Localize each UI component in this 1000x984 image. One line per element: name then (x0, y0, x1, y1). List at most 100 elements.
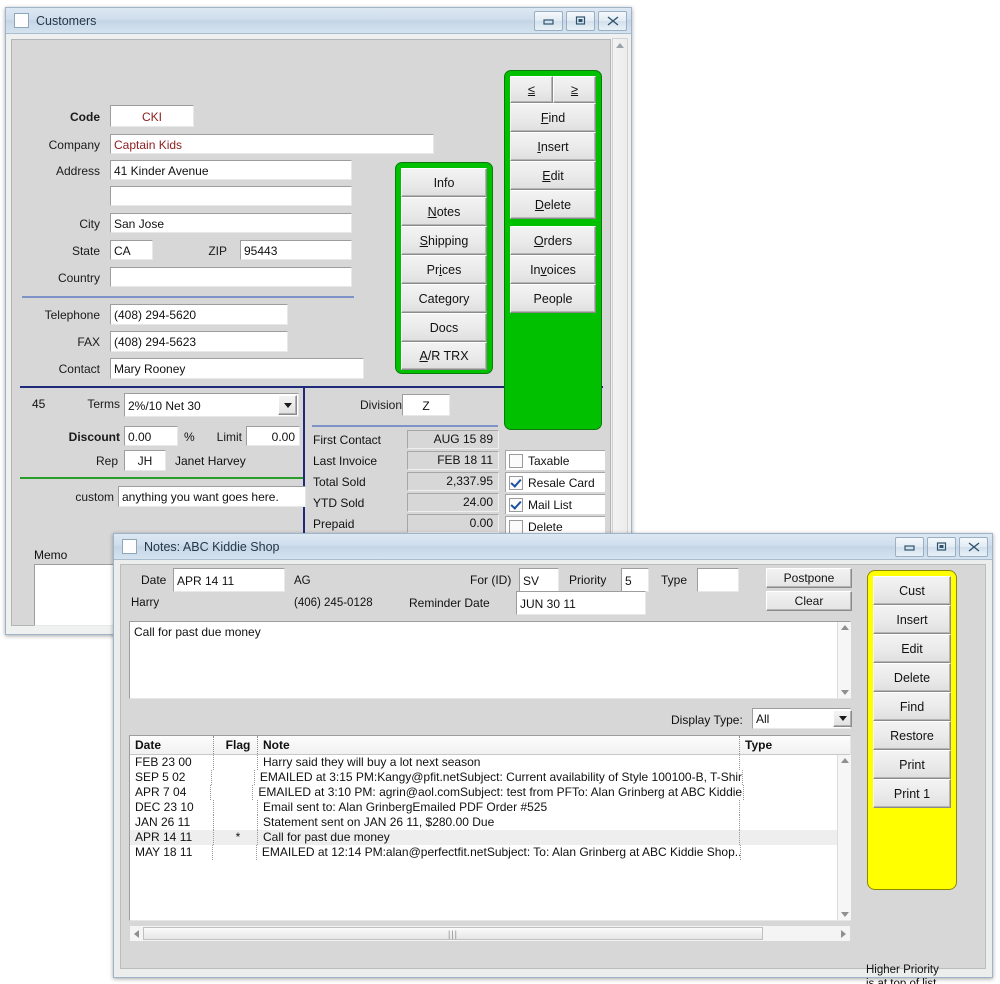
clear-button[interactable]: Clear (766, 591, 852, 611)
orders-button[interactable]: Orders (510, 226, 596, 255)
stat-value-4: 0.00 (407, 514, 499, 533)
scroll-left-icon[interactable] (134, 930, 139, 938)
table-row[interactable]: MAY 18 11 EMAILED at 12:14 PM:alan@perfe… (130, 845, 850, 860)
code-label: Code (20, 110, 100, 124)
notes-print-button[interactable]: Print (873, 750, 951, 779)
notes-find-button[interactable]: Find (873, 692, 951, 721)
notes-delete-button[interactable]: Delete (873, 663, 951, 692)
discount-label: Discount (22, 430, 120, 444)
minimize-icon[interactable] (534, 11, 563, 31)
company-field[interactable]: Captain Kids (110, 134, 434, 154)
postpone-button[interactable]: Postpone (766, 568, 852, 588)
table-row[interactable]: APR 7 04 EMAILED at 3:10 PM: agrin@aol.c… (130, 785, 850, 800)
note-type-field[interactable] (697, 568, 739, 592)
insert-button[interactable]: Insert (510, 132, 596, 161)
for-id-field[interactable]: SV (519, 568, 559, 592)
notes-edit-button[interactable]: Edit (873, 634, 951, 663)
contact-field[interactable]: Mary Rooney (110, 358, 364, 379)
rep-code-field[interactable]: JH (124, 450, 166, 471)
checkbox-resale-card[interactable] (509, 476, 523, 490)
note-text-editor[interactable]: Call for past due money (129, 621, 851, 699)
close-icon[interactable] (598, 11, 627, 31)
telephone-field[interactable]: (408) 294-5620 (110, 304, 288, 325)
edit-button[interactable]: Edit (510, 161, 596, 190)
checkbox-taxable[interactable] (509, 454, 523, 468)
tab-notes[interactable]: Notes (401, 197, 487, 226)
notes-list[interactable]: Date Flag Note Type FEB 23 00 Harry said… (129, 735, 851, 921)
reminder-date-field[interactable]: JUN 30 11 (516, 591, 646, 615)
table-row[interactable]: APR 14 11 * Call for past due money (130, 830, 850, 845)
discount-field[interactable]: 0.00 (124, 426, 178, 446)
state-field[interactable]: CA (110, 240, 153, 260)
chevron-down-icon[interactable] (278, 395, 297, 415)
tab-shipping[interactable]: Shipping (401, 226, 487, 255)
cell-flag (214, 800, 258, 815)
address-label: Address (20, 164, 100, 178)
notes-restore-button[interactable]: Restore (873, 721, 951, 750)
customers-titlebar[interactable]: Customers (6, 8, 631, 34)
note-date-field[interactable]: APR 14 11 (173, 568, 285, 592)
delete-button[interactable]: Delete (510, 190, 596, 219)
checkbox-mail-list[interactable] (509, 498, 523, 512)
limit-field[interactable]: 0.00 (246, 426, 300, 446)
tab-category[interactable]: Category (401, 284, 487, 313)
priority-field[interactable]: 5 (621, 568, 649, 592)
checkbox-row-taxable[interactable]: Taxable (505, 450, 605, 470)
prev-record-button[interactable]: ≤ (510, 76, 553, 103)
maximize-icon[interactable] (927, 537, 956, 557)
note-editor-scrollbar[interactable] (837, 622, 851, 698)
country-field[interactable] (110, 267, 352, 287)
scroll-up-icon[interactable] (616, 43, 624, 48)
customers-title: Customers (36, 14, 534, 28)
division-field[interactable]: Z (402, 394, 450, 416)
hscroll-thumb[interactable]: ||| (143, 927, 763, 940)
code-field[interactable]: CKI (110, 105, 194, 127)
address-field[interactable]: 41 Kinder Avenue (110, 160, 352, 180)
cell-flag (211, 785, 253, 800)
table-row[interactable]: DEC 23 10 Email sent to: Alan GrinbergEm… (130, 800, 850, 815)
minimize-icon[interactable] (895, 537, 924, 557)
checkbox-row-mail-list[interactable]: Mail List (505, 494, 605, 514)
table-row[interactable]: SEP 5 02 EMAILED at 3:15 PM:Kangy@pfit.n… (130, 770, 850, 785)
cell-note: Harry said they will buy a lot next seas… (258, 755, 740, 770)
column-header-type: Type (740, 736, 850, 754)
tab-ar-trx[interactable]: A/R TRX (401, 342, 487, 370)
maximize-icon[interactable] (566, 11, 595, 31)
checkbox-row-resale-card[interactable]: Resale Card (505, 472, 605, 492)
chevron-down-icon[interactable] (833, 710, 852, 727)
custom-field[interactable]: anything you want goes here. (118, 486, 306, 507)
notes-titlebar[interactable]: Notes: ABC Kiddie Shop (114, 534, 992, 560)
tab-docs[interactable]: Docs (401, 313, 487, 342)
tab-info[interactable]: Info (401, 168, 487, 197)
table-row[interactable]: JAN 26 11 Statement sent on JAN 26 11, $… (130, 815, 850, 830)
zip-field[interactable]: 95443 (240, 240, 352, 260)
scroll-right-icon[interactable] (841, 930, 846, 938)
fax-field[interactable]: (408) 294-5623 (110, 331, 288, 352)
notes-body: Date APR 14 11 AG For (ID) SV Priority 5… (114, 560, 992, 977)
notes-insert-button[interactable]: Insert (873, 605, 951, 634)
checkbox-delete[interactable] (509, 520, 523, 534)
invoices-button[interactable]: Invoices (510, 255, 596, 284)
city-field[interactable]: San Jose (110, 213, 352, 233)
scroll-down-icon[interactable] (841, 690, 849, 695)
scroll-up-icon[interactable] (841, 758, 849, 763)
notes-list-scrollbar[interactable] (837, 755, 851, 920)
display-type-label: Display Type: (671, 713, 743, 727)
notes-list-hscrollbar[interactable]: ||| (129, 925, 851, 942)
close-icon[interactable] (959, 537, 988, 557)
scroll-down-icon[interactable] (841, 912, 849, 917)
address2-field[interactable] (110, 186, 352, 206)
cell-date: MAY 18 11 (130, 845, 213, 860)
terms-select[interactable]: 2%/10 Net 30 (124, 393, 299, 417)
scroll-up-icon[interactable] (841, 625, 849, 630)
checkbox-label-taxable: Taxable (528, 454, 569, 468)
find-button[interactable]: Find (510, 103, 596, 132)
cust-button[interactable]: Cust (873, 576, 951, 605)
next-record-button[interactable]: ≥ (553, 76, 596, 103)
people-button[interactable]: People (510, 284, 596, 313)
notes-print1-button[interactable]: Print 1 (873, 779, 951, 808)
tab-prices[interactable]: Prices (401, 255, 487, 284)
checkbox-label-delete: Delete (528, 520, 563, 534)
city-label: City (20, 217, 100, 231)
table-row[interactable]: FEB 23 00 Harry said they will buy a lot… (130, 755, 850, 770)
